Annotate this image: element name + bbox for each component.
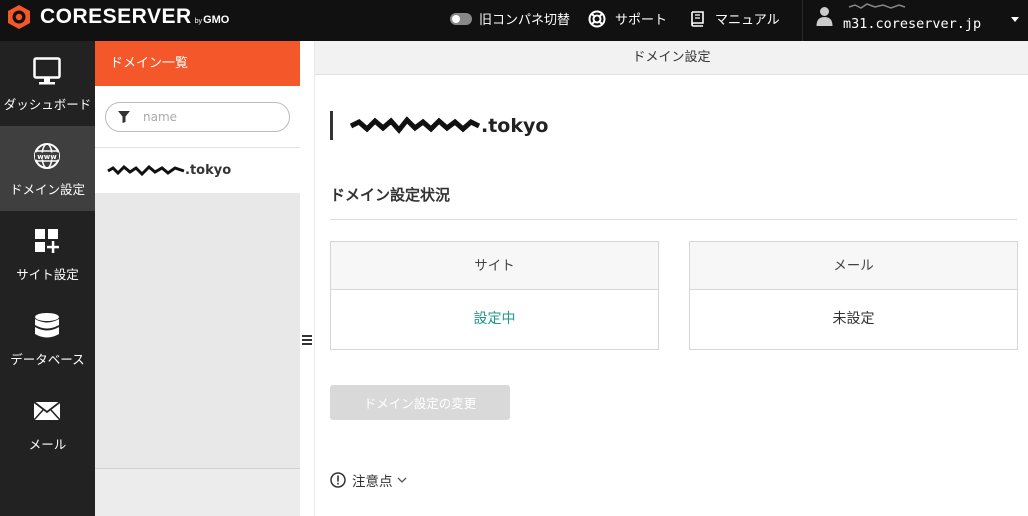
lifebuoy-icon <box>588 10 606 27</box>
nav-item-dashboard[interactable]: ダッシュボード <box>0 41 95 126</box>
toggle-switch-icon[interactable] <box>450 12 472 25</box>
nav-label-domain-settings: ドメイン設定 <box>9 182 85 197</box>
mail-status-value: 未設定 <box>832 311 875 327</box>
support-link[interactable]: サポート <box>588 9 667 28</box>
exclamation-circle-icon <box>330 472 346 488</box>
domain-title-suffix: .tokyo <box>481 114 549 137</box>
site-status-card: サイト 設定中 <box>330 241 659 350</box>
domain-settings-main: ドメイン設定 .tokyo ドメイン設定状況 サイト 設定中 メール 未設定 ド… <box>315 41 1028 516</box>
notes-toggle[interactable]: 注意点 <box>330 470 413 490</box>
user-avatar-icon <box>816 7 833 26</box>
domain-list-item-name: .tokyo <box>107 163 231 178</box>
status-section-title: ドメイン設定状況 <box>330 186 451 204</box>
brand-name: CORESERVER <box>40 5 192 28</box>
nav-label-site-settings: サイト設定 <box>16 267 79 282</box>
nav-item-database[interactable]: データベース <box>0 296 95 381</box>
svg-text:www: www <box>37 153 57 161</box>
legacy-panel-toggle[interactable]: 旧コンパネ切替 <box>450 9 570 28</box>
domain-title: .tokyo <box>330 111 548 140</box>
www-globe-icon: www <box>34 143 60 169</box>
domain-list-item-suffix: .tokyo <box>185 163 232 178</box>
page-header: ドメイン設定 <box>315 41 1028 75</box>
nav-label-mail: メール <box>28 437 67 452</box>
change-domain-settings-button[interactable]: ドメイン設定の変更 <box>330 385 510 420</box>
nav-item-site-settings[interactable]: サイト設定 <box>0 211 95 296</box>
redacted-domain-icon <box>349 115 481 134</box>
legacy-panel-label: 旧コンパネ切替 <box>479 13 571 28</box>
manual-label: マニュアル <box>715 13 780 28</box>
domain-search-input[interactable] <box>105 102 290 132</box>
domain-search <box>95 86 300 148</box>
redacted-username-icon <box>848 3 906 9</box>
nav-label-database: データベース <box>10 352 85 367</box>
grid-plus-icon <box>35 229 59 253</box>
drag-handle-icon[interactable] <box>302 335 312 347</box>
site-status-value: 設定中 <box>473 311 516 327</box>
top-bar: CORESERVER by GMO 旧コンパネ切替 サポート マニュアル m31 <box>0 0 1028 41</box>
caret-down-icon[interactable] <box>1011 17 1019 22</box>
nav-item-domain-settings[interactable]: www ドメイン設定 <box>0 126 95 211</box>
nav-label-dashboard: ダッシュボード <box>3 97 92 112</box>
mail-status-label: メール <box>690 242 1017 290</box>
brand-gmo: GMO <box>203 13 230 26</box>
section-divider <box>330 219 1017 220</box>
mail-status-card: メール 未設定 <box>689 241 1018 350</box>
coreserver-logo-icon <box>8 5 30 29</box>
database-icon <box>35 313 59 338</box>
server-host: m31.coreserver.jp <box>843 16 982 32</box>
envelope-icon <box>33 401 61 421</box>
domain-list-title: ドメイン一覧 <box>95 41 300 86</box>
chevron-down-icon <box>397 477 406 483</box>
monitor-icon <box>33 57 61 85</box>
nav-item-mail[interactable]: メール <box>0 381 95 466</box>
brand-by: by <box>194 18 203 25</box>
domain-list-item[interactable]: .tokyo <box>95 148 300 193</box>
coreserver-logo[interactable]: CORESERVER by GMO <box>6 4 229 30</box>
panel-splitter[interactable] <box>300 41 315 516</box>
account-menu[interactable]: m31.coreserver.jp <box>802 0 1028 41</box>
book-icon <box>691 11 704 27</box>
manual-link[interactable]: マニュアル <box>689 9 780 28</box>
domain-list-panel: ドメイン一覧 .tokyo <box>95 41 300 516</box>
support-label: サポート <box>615 13 668 28</box>
notes-label: 注意点 <box>352 474 393 490</box>
site-status-label: サイト <box>331 242 658 290</box>
main-nav: ダッシュボード www ドメイン設定 サイト設定 データベース メール <box>0 41 95 516</box>
domain-list-footer <box>95 468 300 516</box>
filter-icon <box>118 111 130 123</box>
redacted-domain-icon <box>107 164 185 176</box>
